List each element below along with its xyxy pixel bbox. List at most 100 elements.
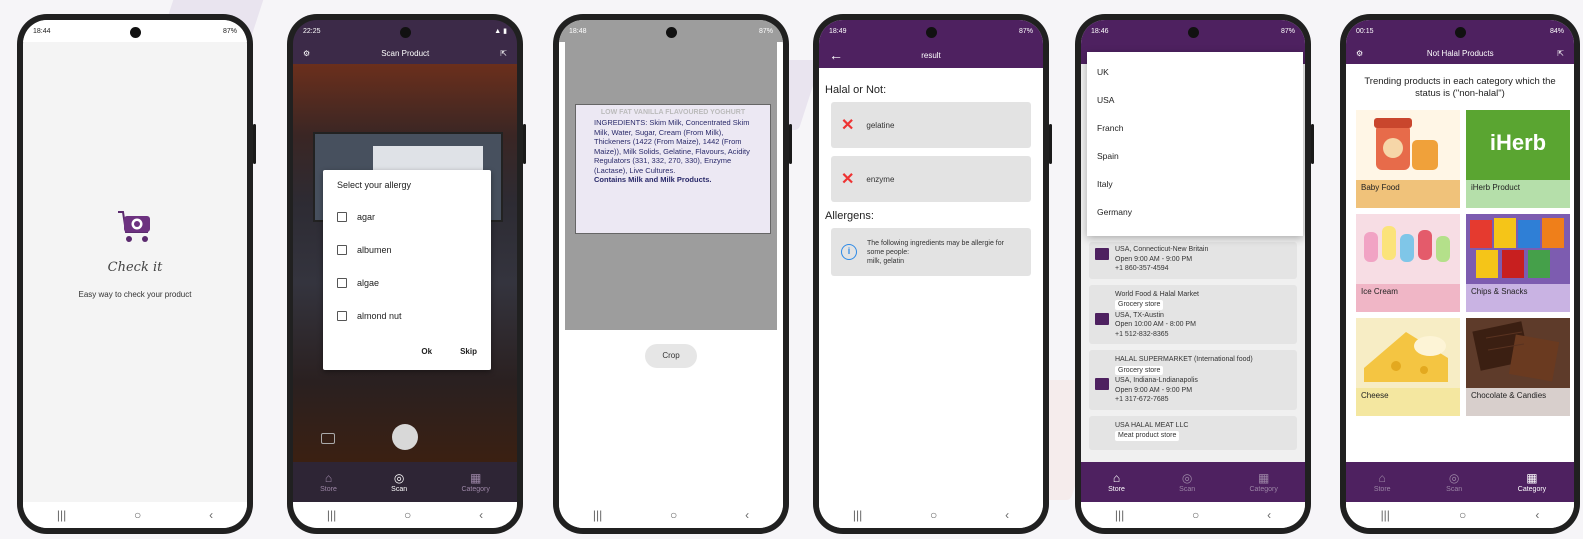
phone-splash: 18:44 87% Check it Easy way to check you… [17,14,256,534]
tab-category[interactable]: ▦ Category [1518,472,1546,493]
chocolate-icon [1472,321,1560,382]
home-button[interactable]: ○ [1192,508,1199,522]
store-location: USA, Connecticut-New Britain [1115,246,1209,253]
back-arrow-icon[interactable]: ← [829,47,843,63]
recent-apps-button[interactable]: ||| [1115,508,1124,522]
captured-image: LOW FAT VANILLA FLAVOURED YOGHURT INGRED… [565,42,777,330]
store-icon [1095,248,1109,260]
status-time: 18:44 [33,27,51,35]
shutter-button[interactable] [392,424,418,450]
category-grid: Baby Food iHerb iHerb Product Ice Cream … [1346,110,1570,416]
checkbox[interactable] [337,244,347,255]
share-icon[interactable]: ⇱ [1557,49,1564,58]
country-option[interactable]: Italy [1087,170,1303,198]
store-type-badge: Grocery store [1115,300,1164,310]
gallery-icon[interactable] [321,433,335,444]
store-type-badge: Meat product store [1115,431,1180,441]
back-button[interactable]: ‹ [1005,508,1009,522]
category-label: iHerb Product [1466,180,1570,208]
crop-button[interactable]: Crop [645,344,697,368]
category-cheese[interactable]: Cheese [1356,318,1460,416]
tab-store[interactable]: ⌂ Store [320,472,337,493]
system-nav-bar: ||| ○ ‹ [23,502,247,528]
category-grid-icon: ▦ [469,470,482,485]
country-option[interactable]: Germany [1087,198,1303,226]
system-nav-bar: ||| ○ ‹ [1081,502,1305,528]
allergy-option-almond-nut[interactable]: almond nut [337,299,477,332]
status-battery: 87% [222,27,237,35]
category-chocolate-candies[interactable]: Chocolate & Candies [1466,318,1570,416]
settings-gear-icon[interactable]: ⚙ [303,49,310,58]
store-location: USA, Indiana-Lndianapolis [1115,377,1198,384]
ingredient-name: enzyme [866,174,895,184]
recent-apps-button[interactable]: ||| [327,508,336,522]
back-button[interactable]: ‹ [745,508,749,522]
front-camera [926,27,937,38]
store-screen: 18:46 87% USA, Connecticut-New Britain O… [1081,20,1305,528]
store-icon [1095,312,1109,325]
category-ice-cream[interactable]: Ice Cream [1356,214,1460,312]
halal-heading: Halal or Not: [825,84,887,96]
category-label: Chips & Snacks [1466,284,1570,312]
front-camera [1455,27,1466,38]
store-card[interactable]: USA HALAL MEAT LLC Meat product store [1089,415,1297,450]
label-contains: Contains Milk and Milk Products. [594,175,712,184]
back-button[interactable]: ‹ [1267,508,1271,522]
store-location: USA, TX-Austin [1115,311,1164,319]
tab-label: Scan [391,485,408,493]
back-button[interactable]: ‹ [209,508,213,522]
allergy-option-agar[interactable]: agar [337,200,477,233]
home-button[interactable]: ○ [670,508,677,522]
country-option[interactable]: Franch [1087,114,1303,142]
store-card[interactable]: HALAL SUPERMARKET (International food) G… [1089,350,1297,410]
country-option[interactable]: USA [1087,86,1303,114]
country-option[interactable]: UK [1087,58,1303,86]
store-name: HALAL SUPERMARKET (International food) [1115,356,1253,363]
tab-category[interactable]: ▦ Category [1249,472,1277,493]
category-iherb[interactable]: iHerb iHerb Product [1466,110,1570,208]
ingredients-label[interactable]: LOW FAT VANILLA FLAVOURED YOGHURT INGRED… [575,104,771,234]
back-button[interactable]: ‹ [1535,508,1539,522]
recent-apps-button[interactable]: ||| [57,508,66,522]
home-button[interactable]: ○ [930,508,937,522]
category-baby-food[interactable]: Baby Food [1356,110,1460,208]
phone-result: 18:49 87% ← result Halal or Not: ✕ gelati… [813,14,1052,534]
tab-scan[interactable]: ◎ Scan [1446,472,1462,493]
home-button[interactable]: ○ [1459,508,1466,522]
system-nav-bar: ||| ○ ‹ [1346,502,1574,528]
tab-scan[interactable]: ◎ Scan [391,472,407,493]
store-card[interactable]: USA, Connecticut-New Britain Open 9:00 A… [1089,242,1297,279]
allergy-option-algae[interactable]: algae [337,266,477,299]
recent-apps-button[interactable]: ||| [853,508,862,522]
checkbox[interactable] [337,277,347,288]
tab-scan[interactable]: ◎ Scan [1179,472,1195,493]
allergy-option-albumen[interactable]: albumen [337,233,477,266]
category-chips-snacks[interactable]: Chips & Snacks [1466,214,1570,312]
ok-button[interactable]: Ok [421,347,432,356]
home-button[interactable]: ○ [404,508,411,522]
store-icon [1095,378,1109,390]
scan-icon: ◎ [393,470,405,485]
skip-button[interactable]: Skip [460,347,477,356]
baby-food-jar-icon [1374,118,1438,170]
country-option[interactable]: Spain [1087,142,1303,170]
recent-apps-button[interactable]: ||| [1381,508,1390,522]
recent-apps-button[interactable]: ||| [593,508,602,522]
system-nav-bar: ||| ○ ‹ [559,502,783,528]
bottom-tab-bar: ⌂ Store ◎ Scan ▦ Category [1346,462,1574,502]
settings-gear-icon[interactable]: ⚙ [1356,49,1363,58]
option-label: almond nut [357,310,402,321]
home-button[interactable]: ○ [134,508,141,522]
tab-store[interactable]: ⌂ Store [1374,472,1391,493]
back-button[interactable]: ‹ [479,508,483,522]
tab-category[interactable]: ▦ Category [461,472,489,493]
checkbox[interactable] [337,211,347,222]
bottom-tab-bar: ⌂ Store ◎ Scan ▦ Category [1081,462,1305,502]
share-icon[interactable]: ⇱ [500,49,507,58]
tab-store[interactable]: ⌂ Store [1108,472,1125,493]
category-grid-icon: ▦ [1257,470,1270,485]
app-bar: ⚙ Scan Product ⇱ [293,42,517,64]
store-card[interactable]: World Food & Halal Market Grocery store … [1089,284,1297,344]
checkbox[interactable] [337,310,347,321]
store-icon: ⌂ [324,470,333,485]
